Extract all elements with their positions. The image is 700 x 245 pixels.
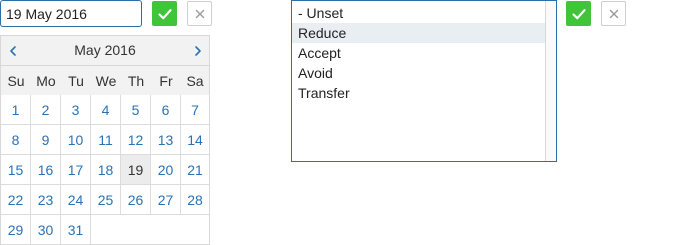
calendar-day[interactable]: 15 — [1, 155, 31, 185]
calendar-day[interactable]: 24 — [61, 185, 91, 215]
weekday-label: We — [95, 73, 117, 89]
calendar-day[interactable]: 29 — [1, 215, 31, 245]
calendar-day[interactable]: 3 — [61, 95, 91, 125]
calendar-day[interactable]: 7 — [181, 95, 209, 125]
date-cancel-button[interactable] — [187, 1, 212, 26]
calendar-day[interactable]: 18 — [91, 155, 121, 185]
calendar-day[interactable]: 1 — [1, 95, 31, 125]
listbox-option[interactable]: Avoid — [292, 63, 546, 83]
check-icon — [571, 8, 586, 19]
check-icon — [157, 8, 172, 19]
list-confirm-button[interactable] — [566, 1, 591, 26]
calendar-month-label: May 2016 — [74, 42, 136, 58]
calendar-day[interactable]: 5 — [121, 95, 151, 125]
chevron-left-icon — [10, 45, 16, 56]
date-confirm-button[interactable] — [152, 1, 177, 26]
calendar-day[interactable]: 14 — [181, 125, 209, 155]
close-icon — [609, 9, 618, 18]
weekday-label: Mo — [36, 73, 56, 89]
weekday-label: Tu — [68, 73, 84, 89]
calendar-day[interactable]: 20 — [151, 155, 181, 185]
calendar-day[interactable]: 17 — [61, 155, 91, 185]
weekday-header-row: Su Mo Tu We Th Fr Sa — [1, 65, 209, 95]
date-input[interactable] — [0, 0, 142, 27]
listbox-scrollbar[interactable] — [545, 1, 556, 161]
calendar-day[interactable]: 10 — [61, 125, 91, 155]
calendar-day[interactable]: 2 — [31, 95, 61, 125]
prev-month-button[interactable] — [2, 36, 24, 65]
calendar-day[interactable]: 27 — [151, 185, 181, 215]
list-cancel-button[interactable] — [601, 1, 626, 26]
listbox-option[interactable]: Reduce — [292, 23, 546, 43]
calendar-day[interactable]: 30 — [31, 215, 61, 245]
calendar-day[interactable]: 4 — [91, 95, 121, 125]
calendar-day[interactable]: 26 — [121, 185, 151, 215]
listbox-option[interactable]: - Unset — [292, 3, 546, 23]
calendar-day[interactable]: 31 — [61, 215, 91, 245]
calendar-day[interactable]: 13 — [151, 125, 181, 155]
listbox-option[interactable]: Accept — [292, 43, 546, 63]
close-icon — [195, 9, 204, 18]
chevron-right-icon — [195, 45, 201, 56]
calendar-day[interactable]: 11 — [91, 125, 121, 155]
calendar-day[interactable]: 16 — [31, 155, 61, 185]
calendar-day[interactable]: 25 — [91, 185, 121, 215]
calendar-day[interactable]: 28 — [181, 185, 209, 215]
calendar-day[interactable]: 23 — [31, 185, 61, 215]
calendar-day[interactable]: 6 — [151, 95, 181, 125]
weekday-label: Th — [127, 73, 145, 89]
weekday-label: Fr — [159, 73, 173, 89]
weekday-label: Sa — [186, 73, 204, 89]
calendar-day[interactable]: 22 — [1, 185, 31, 215]
weekday-label: Su — [7, 73, 25, 89]
listbox-option[interactable]: Transfer — [292, 83, 546, 103]
calendar-day[interactable]: 9 — [31, 125, 61, 155]
calendar-day[interactable]: 19 — [121, 155, 151, 185]
next-month-button[interactable] — [187, 36, 209, 65]
calendar-day[interactable]: 8 — [1, 125, 31, 155]
risk-response-listbox[interactable]: - Unset Reduce Accept Avoid Transfer — [291, 0, 557, 162]
calendar-day[interactable]: 12 — [121, 125, 151, 155]
calendar: May 2016 Su Mo Tu We Th Fr Sa 1 2 3 4 5 6 7 8 9 10 11 12 1… — [0, 35, 210, 245]
calendar-day[interactable]: 21 — [181, 155, 209, 185]
